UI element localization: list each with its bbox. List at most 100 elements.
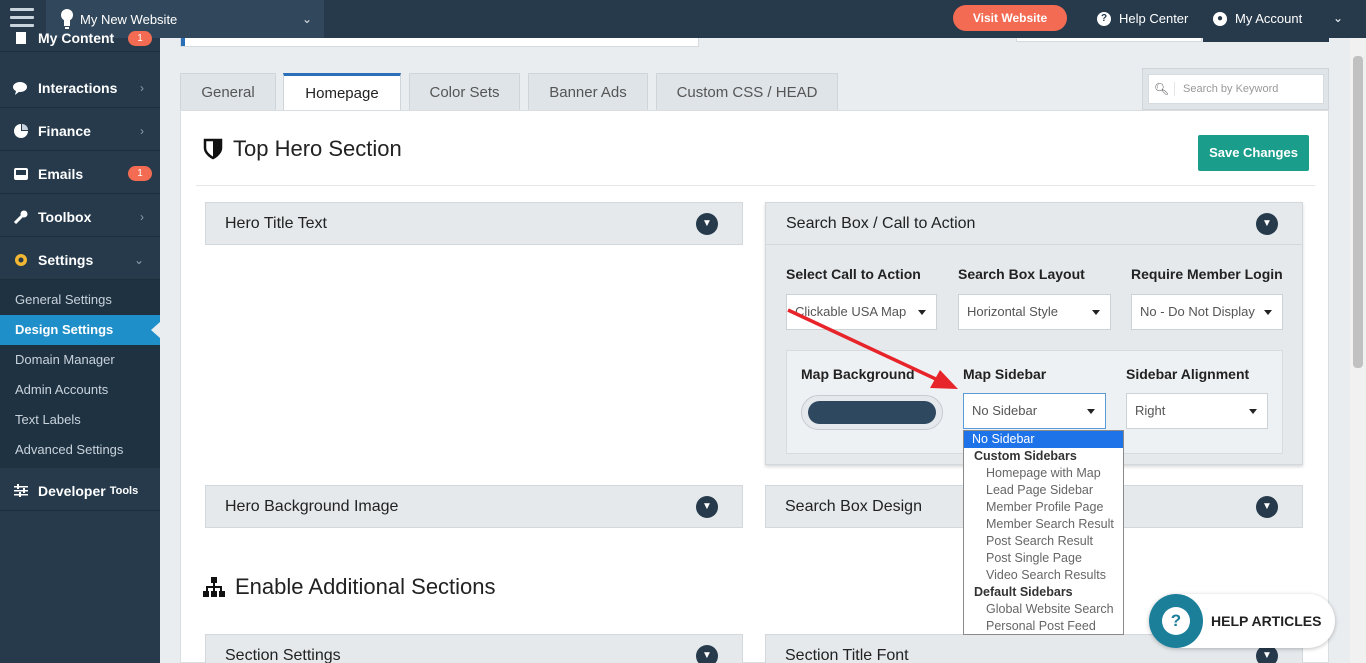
chevron-right-icon: › xyxy=(140,123,144,138)
sidebar-item-label: Settings xyxy=(38,251,94,268)
tab-custom-css-head[interactable]: Custom CSS / HEAD xyxy=(656,73,838,111)
caret-down-icon xyxy=(1249,409,1257,414)
partial-input-strip xyxy=(1016,38,1202,42)
layout-select[interactable]: Horizontal Style xyxy=(958,294,1111,330)
sidebar-item-interactions[interactable]: Interactions › xyxy=(0,68,160,108)
visit-website-button[interactable]: Visit Website xyxy=(953,5,1067,31)
chevron-down-icon: ⌄ xyxy=(1332,11,1343,25)
submenu-admin-accounts[interactable]: Admin Accounts xyxy=(0,375,160,405)
section-header: Enable Additional Sections xyxy=(203,574,496,600)
option-homepage-with-map[interactable]: Homepage with Map xyxy=(964,465,1123,482)
color-swatch xyxy=(808,401,936,424)
submenu-text-labels[interactable]: Text Labels xyxy=(0,405,160,435)
settings-submenu: General Settings Design Settings Domain … xyxy=(0,280,160,468)
help-articles-label: HELP ARTICLES xyxy=(1211,613,1322,629)
shield-icon xyxy=(203,138,223,160)
sidebar-item-my-content[interactable]: My Content 1 xyxy=(0,24,160,52)
option-no-sidebar[interactable]: No Sidebar xyxy=(964,431,1123,448)
optgroup-custom-sidebars: Custom Sidebars xyxy=(974,449,1077,463)
scrollbar-thumb[interactable] xyxy=(1353,56,1363,368)
tab-general[interactable]: General xyxy=(180,73,276,111)
layout-label: Search Box Layout xyxy=(958,266,1085,282)
question-icon: ? xyxy=(1097,11,1111,26)
accordion-hero-background-image[interactable]: Hero Background Image ▼ xyxy=(205,485,743,528)
map-sidebar-label: Map Sidebar xyxy=(963,366,1047,382)
optgroup-default-sidebars: Default Sidebars xyxy=(974,585,1073,599)
accordion-section-settings[interactable]: Section Settings ▼ xyxy=(205,634,743,663)
section-header: Top Hero Section xyxy=(203,136,402,162)
option-post-search-result[interactable]: Post Search Result xyxy=(964,533,1123,550)
sidebar-item-toolbox[interactable]: Toolbox › xyxy=(0,197,160,237)
search-box[interactable]: 🔍︎ xyxy=(1148,74,1324,104)
save-changes-button[interactable]: Save Changes xyxy=(1198,135,1309,171)
sidebar-item-settings[interactable]: Settings ⌄ xyxy=(0,240,160,280)
accordion-hero-title-text[interactable]: Hero Title Text ▼ xyxy=(205,202,743,245)
page-scrollbar[interactable] xyxy=(1350,38,1366,663)
accordion-search-box-cta[interactable]: Search Box / Call to Action ▼ xyxy=(766,203,1302,245)
submenu-general-settings[interactable]: General Settings xyxy=(0,285,160,315)
caret-down-icon xyxy=(1087,409,1095,414)
notification-badge: 1 xyxy=(128,31,152,46)
question-icon: ? xyxy=(1162,607,1190,635)
search-container: 🔍︎ xyxy=(1142,68,1329,110)
user-icon: ● xyxy=(1213,11,1227,26)
search-icon: 🔍︎ xyxy=(1149,82,1175,96)
option-post-single-page[interactable]: Post Single Page xyxy=(964,550,1123,567)
chat-icon xyxy=(12,80,30,96)
accordion-label: Section Settings xyxy=(225,646,341,663)
partial-input-strip xyxy=(180,38,699,47)
option-global-website-search[interactable]: Global Website Search xyxy=(964,601,1123,618)
chevron-down-icon[interactable]: ▼ xyxy=(696,645,718,663)
wrench-icon xyxy=(12,209,30,225)
top-bar: My New Website ⌄ Visit Website ? Help Ce… xyxy=(0,0,1366,38)
submenu-domain-manager[interactable]: Domain Manager xyxy=(0,345,160,375)
map-background-color-picker[interactable] xyxy=(801,395,943,430)
layout-value: Horizontal Style xyxy=(967,304,1059,319)
sidebar-alignment-label: Sidebar Alignment xyxy=(1126,366,1250,382)
chevron-down-icon[interactable]: ▼ xyxy=(696,496,718,518)
chevron-up-icon[interactable]: ▼ xyxy=(1256,213,1278,235)
sidebar-item-label: Toolbox xyxy=(38,208,92,225)
my-account-menu[interactable]: ● My Account ⌄ xyxy=(1213,11,1343,26)
caret-down-icon xyxy=(1264,310,1272,315)
additional-sections-title: Enable Additional Sections xyxy=(235,574,496,599)
submenu-advanced-settings[interactable]: Advanced Settings xyxy=(0,435,160,465)
chevron-down-icon[interactable]: ▼ xyxy=(696,213,718,235)
help-articles-button[interactable]: ? HELP ARTICLES xyxy=(1149,594,1335,648)
accordion-label: Search Box Design xyxy=(785,497,922,515)
sidebar-alignment-select[interactable]: Right xyxy=(1126,393,1268,429)
option-video-search-results[interactable]: Video Search Results xyxy=(964,567,1123,584)
accordion-label: Hero Background Image xyxy=(225,497,399,515)
tab-color-sets[interactable]: Color Sets xyxy=(409,73,520,111)
sidebar-item-label: My Content xyxy=(38,29,115,46)
gear-icon xyxy=(12,252,30,268)
option-member-search-result[interactable]: Member Search Result xyxy=(964,516,1123,533)
search-input[interactable] xyxy=(1175,83,1315,95)
tab-banner-ads[interactable]: Banner Ads xyxy=(528,73,648,111)
sidebar-item-emails[interactable]: Emails 1 xyxy=(0,154,160,194)
tab-homepage[interactable]: Homepage xyxy=(283,73,401,112)
page-title: Top Hero Section xyxy=(233,136,402,161)
sidebar-item-finance[interactable]: Finance › xyxy=(0,111,160,151)
help-center-link[interactable]: ? Help Center xyxy=(1097,11,1188,26)
pie-chart-icon xyxy=(12,123,30,139)
sidebar-alignment-value: Right xyxy=(1135,403,1166,418)
chevron-down-icon[interactable]: ▼ xyxy=(1256,496,1278,518)
login-select[interactable]: No - Do Not Display xyxy=(1131,294,1283,330)
sidebar-item-label: Interactions xyxy=(38,79,118,96)
option-personal-post-feed[interactable]: Personal Post Feed xyxy=(964,618,1123,634)
sitemap-icon xyxy=(203,577,225,597)
map-sidebar-select[interactable]: No Sidebar xyxy=(963,393,1106,429)
chevron-right-icon: › xyxy=(140,80,144,95)
sidebar-item-label: Emails xyxy=(38,165,84,182)
option-lead-page-sidebar[interactable]: Lead Page Sidebar xyxy=(964,482,1123,499)
map-sidebar-value: No Sidebar xyxy=(972,403,1038,418)
option-member-profile-page[interactable]: Member Profile Page xyxy=(964,499,1123,516)
notification-badge: 1 xyxy=(128,166,152,181)
accordion-label: Search Box / Call to Action xyxy=(786,215,976,232)
partial-button-strip xyxy=(1203,38,1329,42)
sidebar-item-developer-tools[interactable]: Developer Tools xyxy=(0,471,160,511)
chevron-down-icon: ⌄ xyxy=(133,252,144,267)
help-circle: ? xyxy=(1149,594,1203,648)
submenu-design-settings[interactable]: Design Settings xyxy=(0,315,160,345)
